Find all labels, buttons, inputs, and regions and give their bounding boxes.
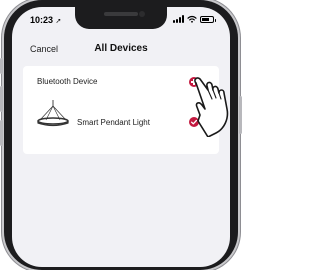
- phone-frame: 10:23 ➚ Cancel All Devices Bluetooth Dev…: [0, 0, 242, 270]
- tapping-hand-icon: [194, 77, 229, 137]
- speaker: [104, 12, 138, 16]
- location-arrow-icon: ➚: [55, 18, 62, 25]
- front-camera: [139, 11, 145, 17]
- status-time: 10:23 ➚: [30, 15, 61, 25]
- phone-screen: 10:23 ➚ Cancel All Devices Bluetooth Dev…: [12, 7, 230, 267]
- battery-icon: [200, 16, 216, 23]
- wifi-icon: [187, 15, 197, 23]
- volume-down-button: [0, 120, 3, 146]
- section-label: Bluetooth Device: [37, 77, 98, 86]
- status-time-text: 10:23: [30, 15, 54, 25]
- device-card: Bluetooth Device Smart Pendant Light: [23, 66, 219, 154]
- notch: [75, 7, 167, 29]
- mute-switch: [0, 58, 3, 74]
- device-name: Smart Pendant Light: [77, 118, 150, 127]
- signal-icon: [173, 15, 184, 23]
- status-icons: [173, 15, 216, 23]
- volume-up-button: [0, 86, 3, 112]
- power-button: [239, 96, 242, 134]
- page-title: All Devices: [94, 43, 148, 54]
- nav-bar: Cancel All Devices: [12, 41, 230, 57]
- pendant-light-icon: [37, 100, 69, 127]
